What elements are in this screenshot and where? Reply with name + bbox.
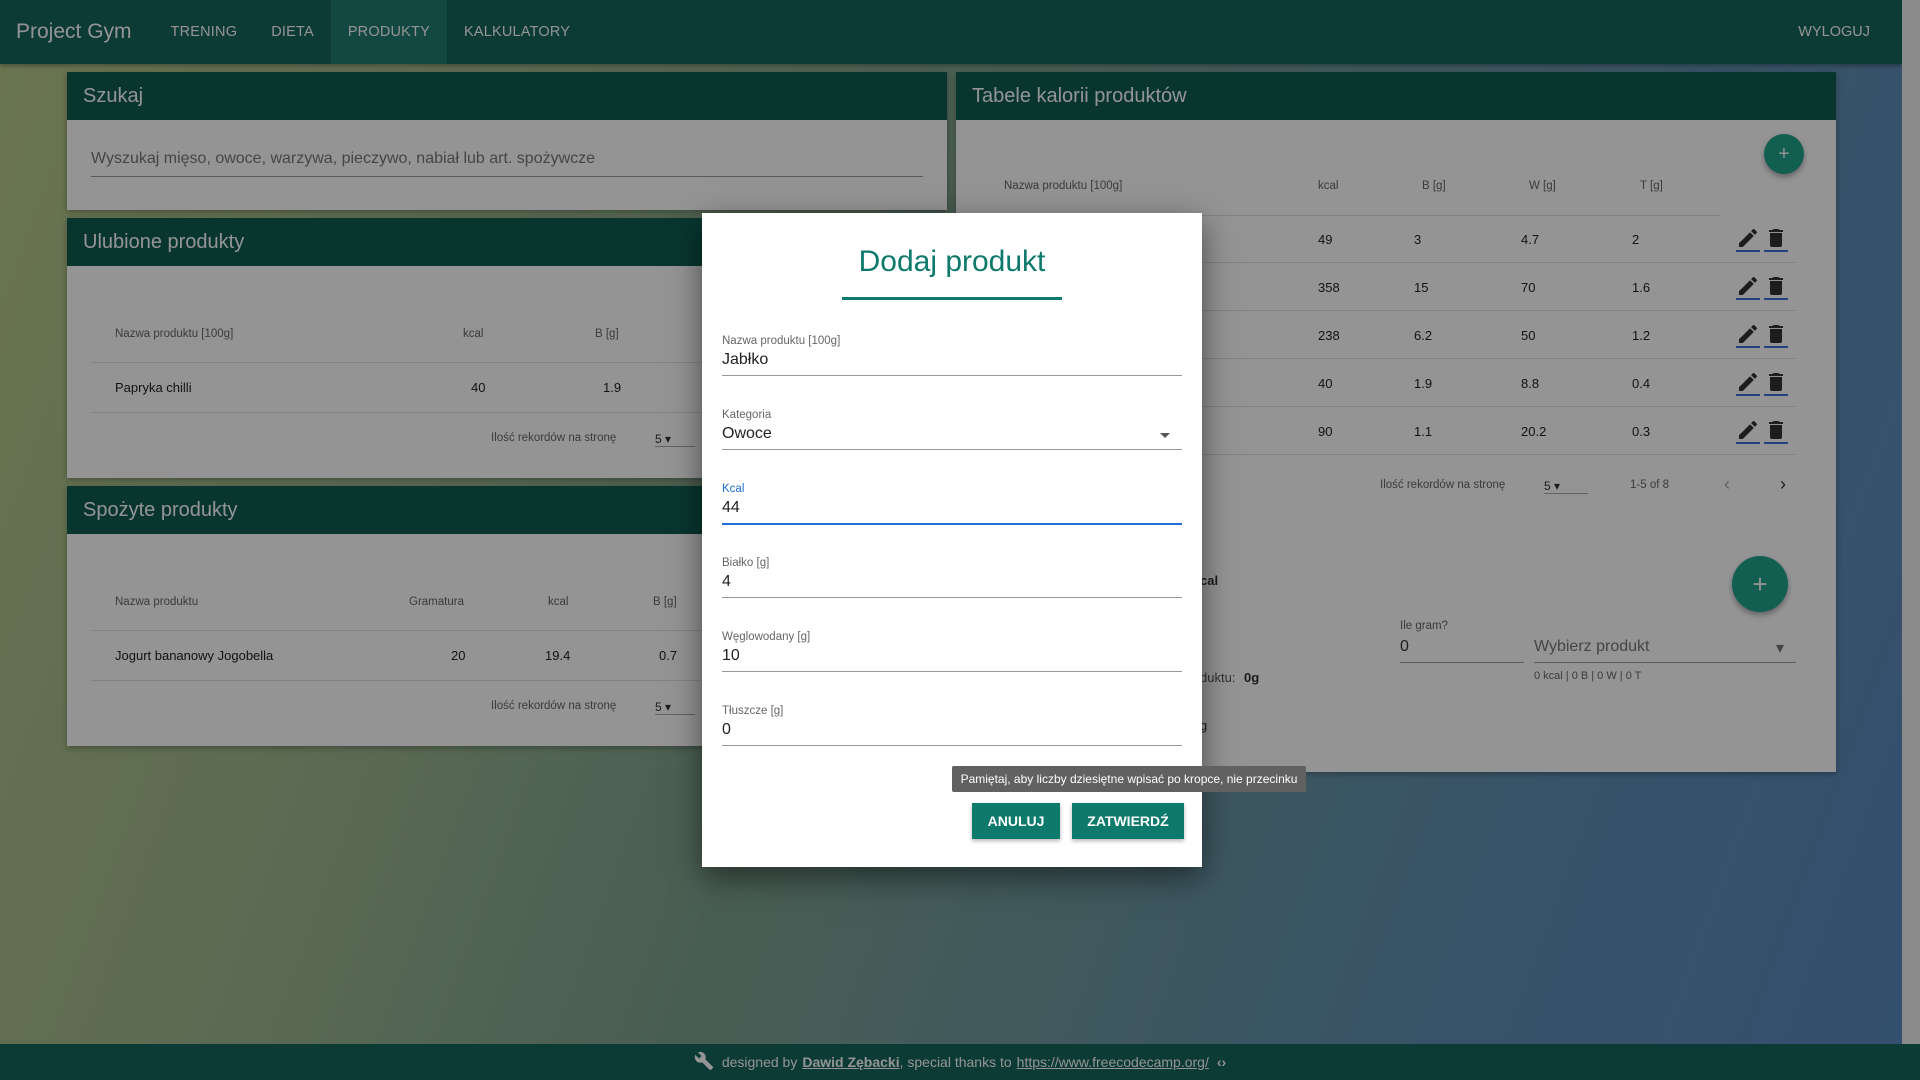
title-underline xyxy=(842,297,1062,300)
category-select[interactable]: Owoce xyxy=(722,425,1182,450)
confirm-button[interactable]: ZATWIERDŹ xyxy=(1072,803,1184,839)
product-name-label: Nazwa produktu [100g] xyxy=(722,335,841,347)
category-value: Owoce xyxy=(722,425,772,442)
fat-input[interactable]: 0 xyxy=(722,721,1182,746)
protein-field[interactable]: Białko [g] 4 xyxy=(722,557,1182,598)
kcal-field[interactable]: Kcal 44 xyxy=(722,483,1182,525)
carbs-field[interactable]: Węglowodany [g] 10 xyxy=(722,631,1182,672)
carbs-input[interactable]: 10 xyxy=(722,647,1182,672)
category-label: Kategoria xyxy=(722,409,772,421)
decimal-hint-tooltip: Pamiętaj, aby liczby dziesiętne wpisać p… xyxy=(952,766,1306,792)
fat-label: Tłuszcze [g] xyxy=(722,705,784,717)
chevron-down-icon xyxy=(1160,433,1170,438)
dialog-title: Dodaj produkt xyxy=(858,245,1046,278)
cancel-button[interactable]: ANULUJ xyxy=(972,803,1060,839)
fat-field[interactable]: Tłuszcze [g] 0 xyxy=(722,705,1182,746)
carbs-label: Węglowodany [g] xyxy=(722,631,811,643)
kcal-input[interactable]: 44 xyxy=(722,499,1182,525)
product-name-input[interactable]: Jabłko xyxy=(722,351,1182,376)
kcal-label: Kcal xyxy=(722,483,745,495)
protein-label: Białko [g] xyxy=(722,557,770,569)
protein-input[interactable]: 4 xyxy=(722,573,1182,598)
product-name-field[interactable]: Nazwa produktu [100g] Jabłko xyxy=(722,335,1182,376)
category-field[interactable]: Kategoria Owoce xyxy=(722,409,1182,450)
